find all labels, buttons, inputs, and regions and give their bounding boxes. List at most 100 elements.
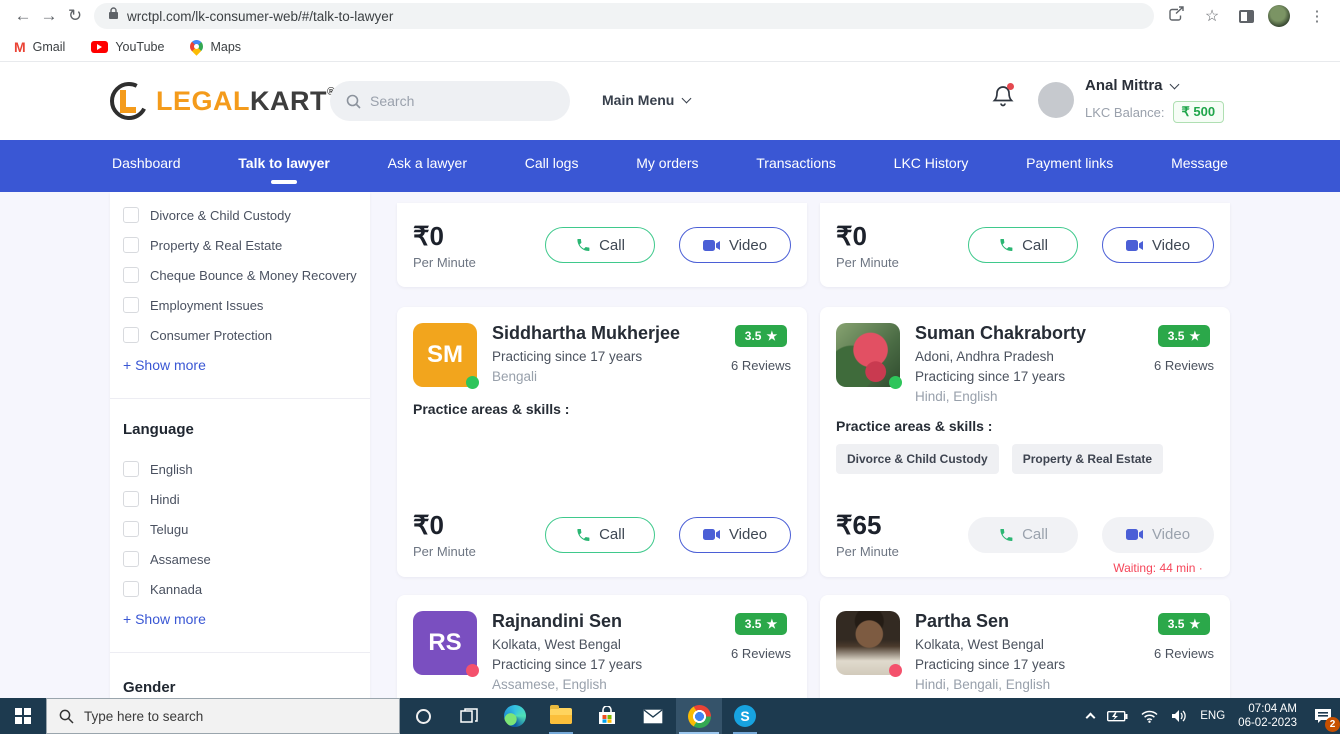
checkbox[interactable] [123,521,139,537]
checkbox[interactable] [123,581,139,597]
lawyer-experience: Practicing since 17 years [492,349,731,364]
side-panel-icon[interactable] [1239,10,1254,23]
tray-show-hidden-icons[interactable] [1086,713,1096,723]
call-button[interactable]: Call [545,517,655,553]
call-button[interactable]: Call [545,227,655,263]
taskbar-search-input[interactable]: Type here to search [46,698,400,734]
filter-category-divorce[interactable]: Divorce & Child Custody [110,200,370,230]
video-button-disabled[interactable]: Video [1102,517,1214,553]
bookmark-star-icon[interactable]: ☆ [1199,3,1225,29]
nav-item-ask-a-lawyer[interactable]: Ask a lawyer [388,155,467,171]
microsoft-store-icon [597,706,617,726]
browser-back-button[interactable]: ← [10,3,36,29]
category-show-more-link[interactable]: + Show more [110,350,370,380]
lawyer-experience: Practicing since 17 years [915,657,1154,672]
reviews-count[interactable]: 6 Reviews [1154,646,1214,661]
nav-item-call-logs[interactable]: Call logs [525,155,579,171]
taskbar-skype-button[interactable]: S [722,698,768,734]
checkbox[interactable] [123,207,139,223]
taskbar-store-button[interactable] [584,698,630,734]
lawyer-name[interactable]: Partha Sen [915,611,1154,632]
checkbox[interactable] [123,237,139,253]
rating-badge: 3.5★ [735,325,787,347]
browser-menu-icon[interactable]: ⋮ [1304,3,1330,29]
taskbar-file-explorer-button[interactable] [538,698,584,734]
nav-item-transactions[interactable]: Transactions [756,155,836,171]
rating-badge: 3.5★ [1158,325,1210,347]
chevron-down-icon [1169,80,1179,90]
checkbox[interactable] [123,551,139,567]
lawyer-name[interactable]: Suman Chakraborty [915,323,1154,344]
filter-category-cheque-bounce[interactable]: Cheque Bounce & Money Recovery [110,260,370,290]
browser-forward-button[interactable]: → [36,3,62,29]
lawyer-card-partha-sen: Partha Sen Kolkata, West Bengal Practici… [820,595,1230,698]
page-content: Divorce & Child Custody Property & Real … [0,192,1340,698]
filter-language-hindi[interactable]: Hindi [110,484,370,514]
start-button[interactable] [0,698,46,734]
checkbox[interactable] [123,327,139,343]
cortana-button[interactable] [400,698,446,734]
taskbar-edge-button[interactable] [492,698,538,734]
share-icon[interactable] [1168,6,1185,26]
video-camera-icon [703,239,721,252]
filter-category-property[interactable]: Property & Real Estate [110,230,370,260]
video-button[interactable]: Video [679,517,791,553]
bookmark-youtube[interactable]: YouTube [91,40,164,54]
nav-item-message[interactable]: Message [1171,155,1228,171]
video-camera-icon [1126,528,1144,541]
checkbox[interactable] [123,461,139,477]
filter-language-english[interactable]: English [110,454,370,484]
taskbar-mail-button[interactable] [630,698,676,734]
user-avatar[interactable] [1038,82,1074,118]
checkbox[interactable] [123,267,139,283]
nav-item-talk-to-lawyer[interactable]: Talk to lawyer [238,155,330,184]
user-menu[interactable]: Anal Mittra [1085,77,1224,94]
reviews-count[interactable]: 6 Reviews [1154,358,1214,373]
nav-item-payment-links[interactable]: Payment links [1026,155,1113,171]
legalkart-logo[interactable]: LEGALKART® [108,80,336,122]
user-name: Anal Mittra [1085,77,1163,94]
filter-category-employment[interactable]: Employment Issues [110,290,370,320]
keyboard-language-indicator[interactable]: ENG [1200,710,1225,722]
filter-category-consumer[interactable]: Consumer Protection [110,320,370,350]
reviews-count[interactable]: 6 Reviews [731,358,791,373]
bookmark-gmail[interactable]: M Gmail [14,39,65,55]
nav-item-my-orders[interactable]: My orders [636,155,698,171]
filter-language-telugu[interactable]: Telugu [110,514,370,544]
wifi-icon[interactable] [1141,710,1158,723]
reviews-count[interactable]: 6 Reviews [731,646,791,661]
browser-reload-button[interactable]: ↻ [62,3,88,29]
checkbox[interactable] [123,491,139,507]
checkbox[interactable] [123,297,139,313]
lock-icon [108,7,119,25]
legalkart-logo-icon [108,80,150,122]
header-search-input[interactable]: Search [330,81,570,121]
nav-item-lkc-history[interactable]: LKC History [894,155,969,171]
filter-sidebar: Divorce & Child Custody Property & Real … [110,192,370,698]
lawyer-name[interactable]: Siddhartha Mukherjee [492,323,731,344]
filter-language-kannada[interactable]: Kannada [110,574,370,604]
volume-icon[interactable] [1171,709,1187,723]
action-center-button[interactable]: 2 [1310,703,1336,729]
lawyer-avatar: SM [413,323,477,387]
nav-item-dashboard[interactable]: Dashboard [112,155,181,171]
filter-language-assamese[interactable]: Assamese [110,544,370,574]
video-button[interactable]: Video [1102,227,1214,263]
language-show-more-link[interactable]: + Show more [110,604,370,634]
call-button[interactable]: Call [968,227,1078,263]
notification-bell-button[interactable] [992,84,1014,113]
taskbar-clock[interactable]: 07:04 AM 06-02-2023 [1238,702,1297,730]
call-button-disabled[interactable]: Call [968,517,1078,553]
lawyer-location: Adoni, Andhra Pradesh [915,349,1154,364]
browser-profile-avatar[interactable] [1268,5,1290,27]
taskbar-chrome-button[interactable] [676,698,722,734]
address-bar[interactable]: wrctpl.com/lk-consumer-web/#/talk-to-law… [94,3,1154,29]
file-explorer-icon [550,708,572,724]
lawyer-name[interactable]: Rajnandini Sen [492,611,731,632]
bookmark-maps[interactable]: Maps [190,40,241,54]
task-view-button[interactable] [446,698,492,734]
battery-icon[interactable] [1107,710,1128,722]
video-button[interactable]: Video [679,227,791,263]
main-menu-dropdown[interactable]: Main Menu [602,92,690,108]
video-camera-icon [703,528,721,541]
